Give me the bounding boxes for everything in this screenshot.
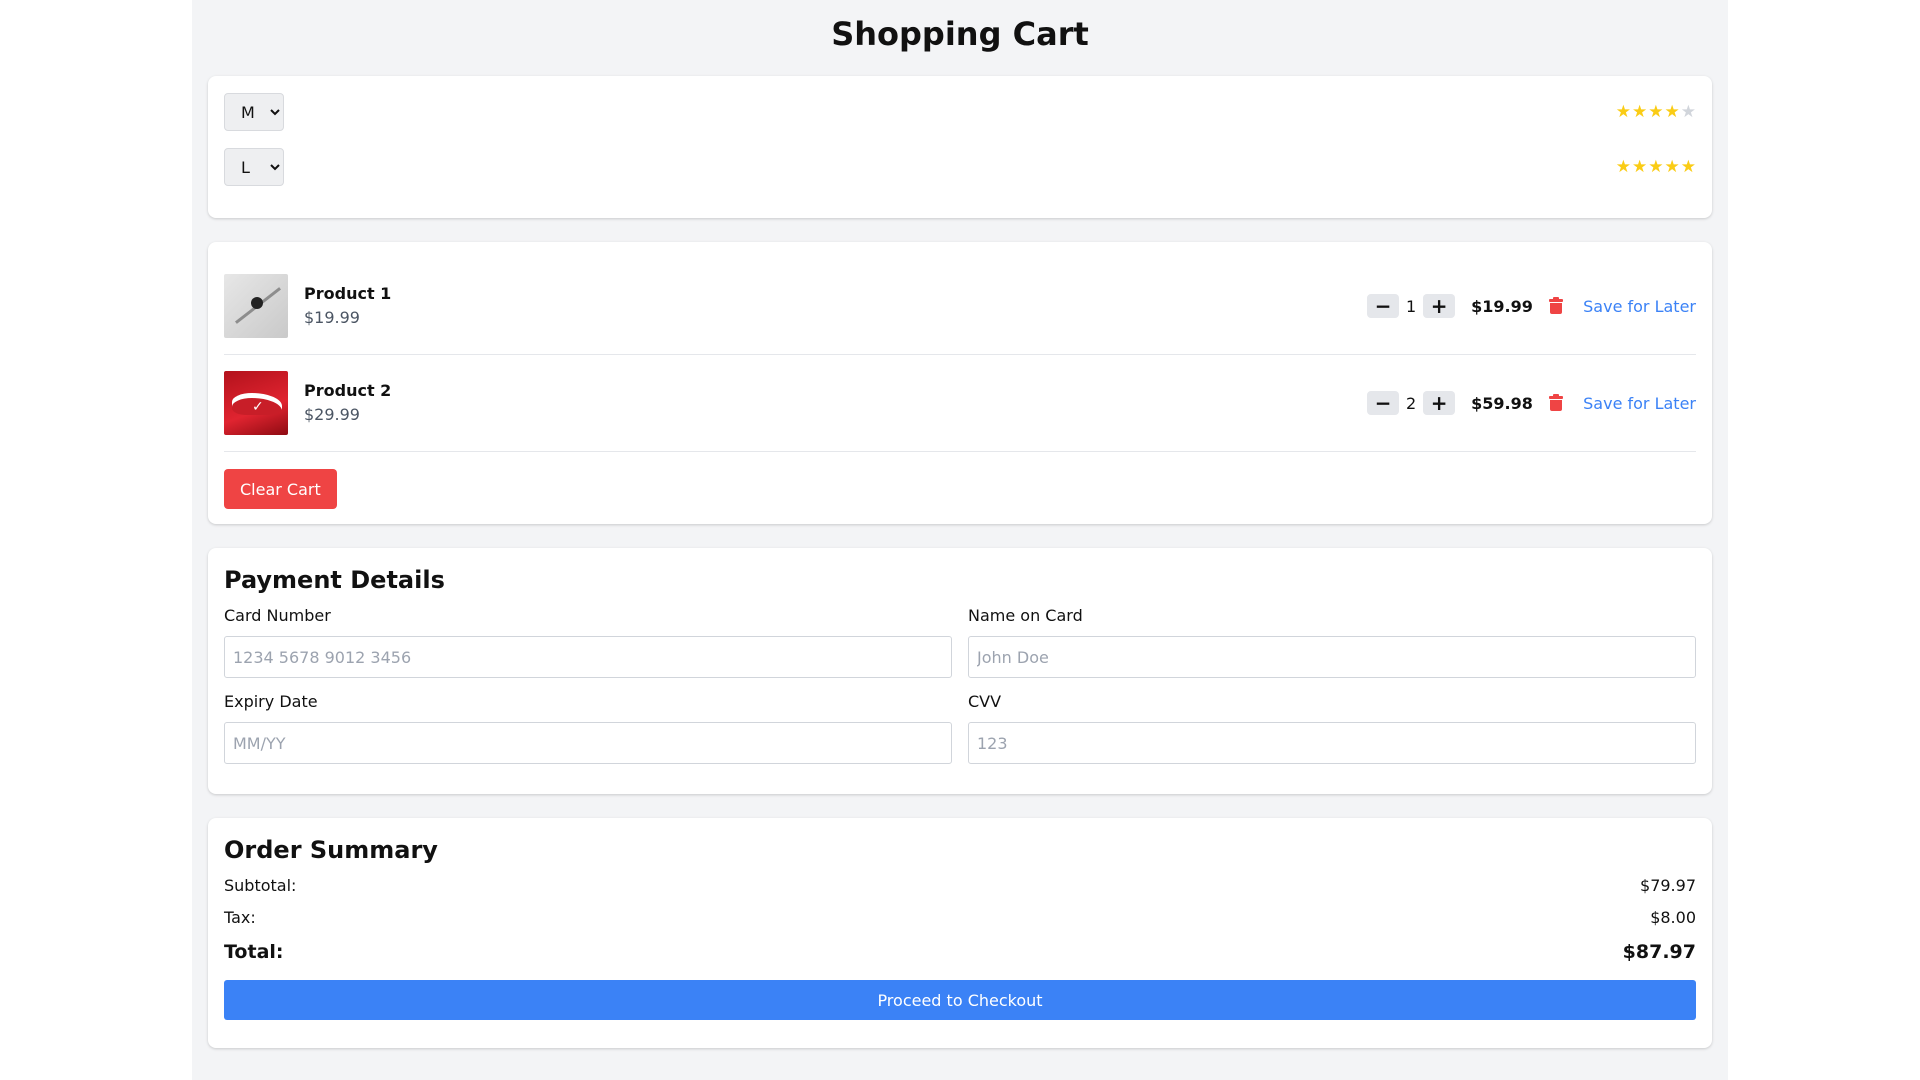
item-controls: − 2 + $59.98 Save for Later [1367,391,1696,415]
product-1-image [224,274,288,338]
item-name: Product 2 [304,381,392,400]
page-title: Shopping Cart [831,15,1089,53]
cart-card: Product 1 $19.99 − 1 + $19.99 Save for L… [208,242,1712,524]
cvv-label: CVV [968,692,1002,711]
order-summary-card: Order Summary Subtotal: $79.97 Tax: $8.0… [208,818,1712,1048]
cart-item: ✓ Product 2 $29.99 − 2 + $59.98 Save for… [224,355,1696,452]
expiry-label: Expiry Date [224,692,318,711]
trash-icon[interactable] [1549,394,1564,411]
option-row: M ★ ★ ★ ★ ★ [224,92,1696,132]
decrease-quantity-button[interactable]: − [1367,391,1400,415]
trash-icon[interactable] [1549,297,1564,314]
total-value: $87.97 [1622,941,1696,963]
subtotal-row: Subtotal: $79.97 [224,876,1696,896]
card-number-label: Card Number [224,606,331,625]
card-number-group: Card Number [224,606,952,678]
tax-label: Tax: [224,908,256,927]
size-select-1[interactable]: M [224,93,284,131]
size-select-2[interactable]: L [224,148,284,186]
option-row: L ★ ★ ★ ★ ★ [224,147,1696,187]
star-icon[interactable]: ★ [1616,157,1631,177]
card-number-input[interactable] [224,636,952,678]
item-controls: − 1 + $19.99 Save for Later [1367,294,1696,318]
payment-card: Payment Details Card Number Name on Card… [208,548,1712,794]
page-container: Shopping Cart M ★ ★ ★ ★ ★ L ★ ★ ★ ★ ★ Product 1 … [192,0,1728,1080]
star-icon[interactable]: ★ [1616,102,1631,122]
cvv-input[interactable] [968,722,1696,764]
options-card: M ★ ★ ★ ★ ★ L ★ ★ ★ ★ ★ [208,76,1712,218]
star-icon[interactable]: ★ [1648,102,1663,122]
name-on-card-input[interactable] [968,636,1696,678]
subtotal-value: $79.97 [1640,876,1696,895]
star-icon[interactable]: ★ [1681,102,1696,122]
tax-value: $8.00 [1650,908,1696,927]
clear-cart-button[interactable]: Clear Cart [224,469,337,509]
payment-form: Card Number Name on Card Expiry Date CVV [224,606,1696,764]
item-info: Product 1 $19.99 [304,282,1367,330]
quantity-value: 2 [1406,393,1417,413]
item-info: Product 2 $29.99 [304,379,1367,427]
decrease-quantity-button[interactable]: − [1367,294,1400,318]
item-name: Product 1 [304,284,392,303]
increase-quantity-button[interactable]: + [1423,294,1456,318]
star-icon[interactable]: ★ [1681,157,1696,177]
save-for-later-button[interactable]: Save for Later [1583,394,1696,413]
quantity-value: 1 [1406,296,1417,316]
star-rating-1[interactable]: ★ ★ ★ ★ ★ [1616,102,1696,122]
payment-title: Payment Details [224,566,445,594]
tax-row: Tax: $8.00 [224,908,1696,928]
star-icon[interactable]: ★ [1632,102,1647,122]
expiry-group: Expiry Date [224,692,952,764]
checkout-button[interactable]: Proceed to Checkout [224,980,1696,1020]
summary-title: Order Summary [224,836,438,864]
expiry-input[interactable] [224,722,952,764]
star-rating-2[interactable]: ★ ★ ★ ★ ★ [1616,157,1696,177]
star-icon[interactable]: ★ [1665,102,1680,122]
subtotal-label: Subtotal: [224,876,297,895]
star-icon[interactable]: ★ [1632,157,1647,177]
save-for-later-button[interactable]: Save for Later [1583,297,1696,316]
total-row: Total: $87.97 [224,940,1696,964]
increase-quantity-button[interactable]: + [1423,391,1456,415]
product-2-image: ✓ [224,371,288,435]
name-on-card-group: Name on Card [968,606,1696,678]
line-total: $19.99 [1471,296,1533,316]
star-icon[interactable]: ★ [1648,157,1663,177]
item-price: $19.99 [304,308,360,327]
cart-item: Product 1 $19.99 − 1 + $19.99 Save for L… [224,258,1696,355]
total-label: Total: [224,941,284,963]
item-price: $29.99 [304,405,360,424]
name-on-card-label: Name on Card [968,606,1083,625]
cvv-group: CVV [968,692,1696,764]
star-icon[interactable]: ★ [1665,157,1680,177]
line-total: $59.98 [1471,393,1533,413]
